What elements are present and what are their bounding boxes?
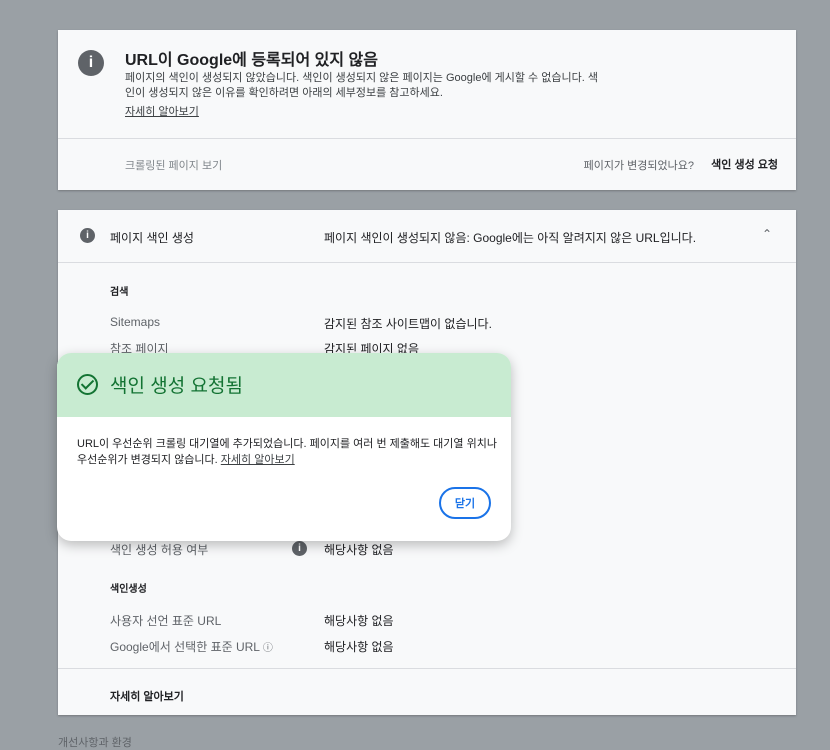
page-indexing-label: 페이지 색인 생성 — [110, 231, 194, 245]
check-circle-icon — [77, 374, 98, 395]
indexing-section-title: 색인생성 — [110, 584, 147, 595]
learn-more-link[interactable]: 자세히 알아보기 — [125, 103, 199, 119]
page-changed-text: 페이지가 변경되었나요? — [583, 160, 694, 172]
google-canonical-label-row: Google에서 선택한 표준 URL ⓘ — [110, 638, 273, 655]
dialog-title: 색인 생성 요청됨 — [110, 376, 243, 397]
user-canonical-value: 해당사항 없음 — [324, 614, 394, 628]
divider — [58, 138, 796, 139]
google-canonical-label: Google에서 선택한 표준 URL — [110, 640, 260, 654]
learn-more-link[interactable]: 자세히 알아보기 — [110, 688, 184, 704]
learn-more-link[interactable]: 자세히 알아보기 — [221, 454, 295, 466]
google-canonical-value: 해당사항 없음 — [324, 640, 394, 654]
enhancements-heading: 개선사항과 환경 — [58, 737, 132, 749]
info-icon[interactable]: i — [292, 541, 307, 556]
info-icon: i — [80, 228, 95, 243]
status-description: 페이지의 색인이 생성되지 않았습니다. 색인이 생성되지 않은 페이지는 Go… — [125, 72, 598, 99]
user-canonical-label: 사용자 선언 표준 URL — [110, 614, 222, 628]
chevron-up-icon[interactable]: ⌃ — [762, 227, 772, 241]
page-indexing-header[interactable]: i 페이지 색인 생성 페이지 색인이 생성되지 않음: Google에는 아직… — [58, 210, 796, 263]
indexing-requested-dialog: 색인 생성 요청됨 URL이 우선순위 크롤링 대기열에 추가되었습니다. 페이… — [57, 353, 511, 541]
url-status-card: i URL이 Google에 등록되어 있지 않음 페이지의 색인이 생성되지 … — [58, 30, 796, 190]
discovery-section-title: 검색 — [110, 287, 129, 298]
sitemaps-label: Sitemaps — [110, 315, 161, 329]
divider — [58, 668, 796, 669]
page-indexing-status: 페이지 색인이 생성되지 않음: Google에는 아직 알려지지 않은 URL… — [324, 231, 697, 245]
sitemaps-value: 감지된 참조 사이트맵이 없습니다. — [324, 317, 492, 331]
close-button[interactable]: 닫기 — [439, 487, 491, 519]
request-indexing-button[interactable]: 색인 생성 요청 — [711, 156, 778, 172]
dialog-body: URL이 우선순위 크롤링 대기열에 추가되었습니다. 페이지를 여러 번 제출… — [77, 436, 497, 468]
help-icon[interactable]: ⓘ — [263, 643, 273, 654]
view-crawled-page-button[interactable]: 크롤링된 페이지 보기 — [125, 157, 222, 173]
status-title: URL이 Google에 등록되어 있지 않음 — [125, 52, 378, 69]
dialog-header: 색인 생성 요청됨 — [57, 353, 511, 417]
info-icon: i — [78, 50, 104, 76]
indexing-allowed-value: 해당사항 없음 — [324, 543, 394, 557]
indexing-allowed-label: 색인 생성 허용 여부 — [110, 543, 209, 557]
